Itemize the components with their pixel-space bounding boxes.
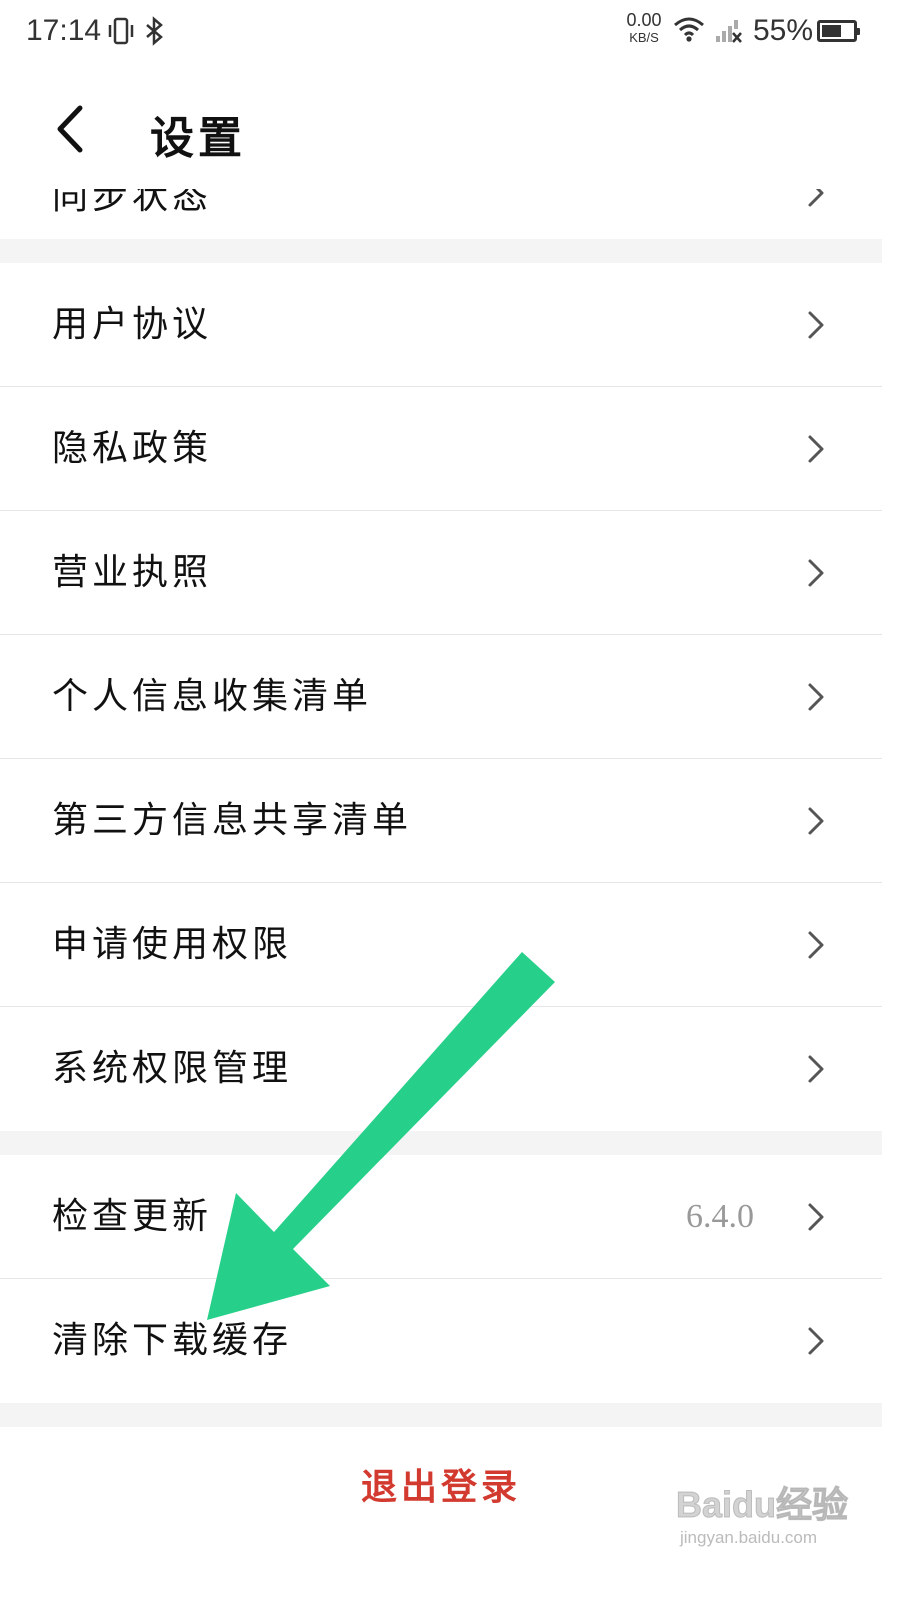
vibrate-icon xyxy=(106,16,136,50)
chevron-right-icon xyxy=(808,311,824,339)
battery-percent: 55% xyxy=(753,14,814,47)
list-item-label: 营业执照 xyxy=(52,552,213,593)
list-item-check-update[interactable]: 检查更新 6.4.0 xyxy=(0,1155,882,1279)
wifi-icon xyxy=(672,14,706,48)
list-item-sync-status[interactable]: 同步状态 xyxy=(0,189,882,239)
list-item-clear-download-cache[interactable]: 清除下载缓存 xyxy=(0,1279,882,1403)
list-item-label: 用户协议 xyxy=(52,304,213,345)
settings-list: 同步状态 用户协议 隐私政策 营业执照 个人信息收集清单 第三方信息共享清单 申… xyxy=(0,189,882,1551)
list-item-label: 系统权限管理 xyxy=(52,1048,293,1089)
chevron-right-icon xyxy=(808,1327,824,1355)
bluetooth-icon xyxy=(142,16,168,50)
section-divider xyxy=(0,239,882,263)
list-item-personal-info-list[interactable]: 个人信息收集清单 xyxy=(0,635,882,759)
chevron-right-icon xyxy=(808,189,824,207)
chevron-right-icon xyxy=(808,807,824,835)
list-item-label: 个人信息收集清单 xyxy=(52,676,373,717)
chevron-right-icon xyxy=(808,1055,824,1083)
chevron-right-icon xyxy=(808,559,824,587)
list-item-third-party-sharing-list[interactable]: 第三方信息共享清单 xyxy=(0,759,882,883)
list-item-label: 检查更新 xyxy=(52,1196,213,1237)
list-item-label: 申请使用权限 xyxy=(52,924,293,965)
section-divider xyxy=(0,1403,882,1427)
back-chevron-icon xyxy=(57,105,83,153)
version-value: 6.4.0 xyxy=(686,1198,754,1235)
page-title: 设置 xyxy=(150,113,246,164)
chevron-right-icon xyxy=(808,683,824,711)
list-item-user-agreement[interactable]: 用户协议 xyxy=(0,263,882,387)
back-button[interactable] xyxy=(44,94,104,164)
status-bar: 17:14 0.00 KB/S 55% xyxy=(0,0,900,64)
logout-button[interactable]: 退出登录 xyxy=(0,1427,882,1551)
list-item-label: 同步状态 xyxy=(52,189,213,217)
nav-header: 设置 xyxy=(0,64,900,189)
chevron-right-icon xyxy=(808,435,824,463)
chevron-right-icon xyxy=(808,931,824,959)
list-item-privacy-policy[interactable]: 隐私政策 xyxy=(0,387,882,511)
chevron-right-icon xyxy=(808,1203,824,1231)
battery-icon xyxy=(817,20,860,42)
status-time: 17:14 xyxy=(26,14,102,47)
logout-label: 退出登录 xyxy=(360,1466,521,1508)
list-item-label: 隐私政策 xyxy=(52,428,213,469)
network-speed: 0.00 KB/S xyxy=(626,10,662,45)
list-item-request-permissions[interactable]: 申请使用权限 xyxy=(0,883,882,1007)
list-item-label: 清除下载缓存 xyxy=(52,1320,293,1361)
section-divider xyxy=(0,1131,882,1155)
list-item-system-permissions[interactable]: 系统权限管理 xyxy=(0,1007,882,1131)
list-item-label: 第三方信息共享清单 xyxy=(52,800,413,841)
cellular-no-signal-icon xyxy=(714,16,744,50)
list-item-business-license[interactable]: 营业执照 xyxy=(0,511,882,635)
